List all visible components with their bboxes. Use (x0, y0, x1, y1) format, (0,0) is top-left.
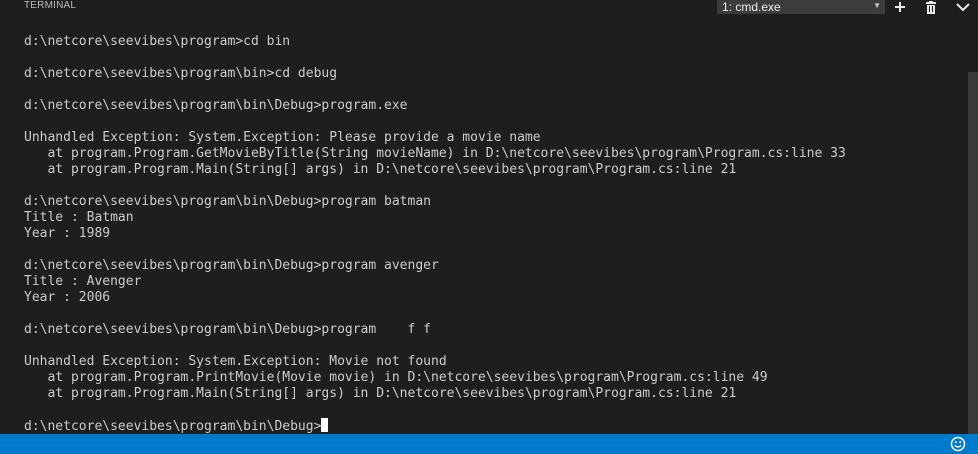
terminal-line: Title : Batman (24, 210, 134, 225)
terminal-line: d:\netcore\seevibes\program>cd bin (24, 34, 291, 49)
terminal-prompt: d:\netcore\seevibes\program\bin\Debug> (24, 419, 322, 434)
chevron-down-icon[interactable] (954, 0, 972, 14)
terminal-select-value: 1: cmd.exe (722, 0, 781, 14)
terminal-instance-select[interactable]: 1: cmd.exe ▼ (717, 0, 885, 14)
terminal-line: Year : 2006 (24, 290, 111, 305)
terminal-scrollbar[interactable] (968, 72, 978, 434)
terminal-prompt-line[interactable]: d:\netcore\seevibes\program\bin\Debug> (24, 418, 964, 434)
terminal-output[interactable]: d:\netcore\seevibes\program>cd bin d:\ne… (24, 34, 964, 434)
terminal-line: Unhandled Exception: System.Exception: P… (24, 130, 541, 145)
caret-down-icon: ▼ (873, 1, 881, 10)
terminal-line: Unhandled Exception: System.Exception: M… (24, 354, 447, 369)
terminal-line: d:\netcore\seevibes\program\bin\Debug>pr… (24, 194, 431, 209)
status-bar (0, 434, 978, 454)
terminal-line: at program.Program.Main(String[] args) i… (24, 162, 737, 177)
plus-icon[interactable] (891, 0, 909, 14)
trash-icon[interactable] (922, 0, 940, 14)
terminal-line: at program.Program.GetMovieByTitle(Strin… (24, 146, 846, 161)
terminal-line: Title : Avenger (24, 274, 142, 289)
terminal-line: d:\netcore\seevibes\program\bin>cd debug (24, 66, 338, 81)
text-cursor (321, 418, 329, 432)
panel-title-terminal[interactable]: TERMINAL (24, 0, 76, 12)
panel-header: TERMINAL 1: cmd.exe ▼ (0, 0, 978, 14)
terminal-line: at program.Program.Main(String[] args) i… (24, 386, 737, 401)
terminal-line: Year : 1989 (24, 226, 111, 241)
terminal-line: at program.Program.PrintMovie(Movie movi… (24, 370, 768, 385)
terminal-line: d:\netcore\seevibes\program\bin\Debug>pr… (24, 98, 408, 113)
smiley-icon[interactable] (950, 436, 966, 452)
terminal-line: d:\netcore\seevibes\program\bin\Debug>pr… (24, 258, 439, 273)
terminal-line: d:\netcore\seevibes\program\bin\Debug>pr… (24, 322, 431, 337)
terminal-panel: TERMINAL 1: cmd.exe ▼ d:\netcore\seevibe… (0, 0, 978, 454)
